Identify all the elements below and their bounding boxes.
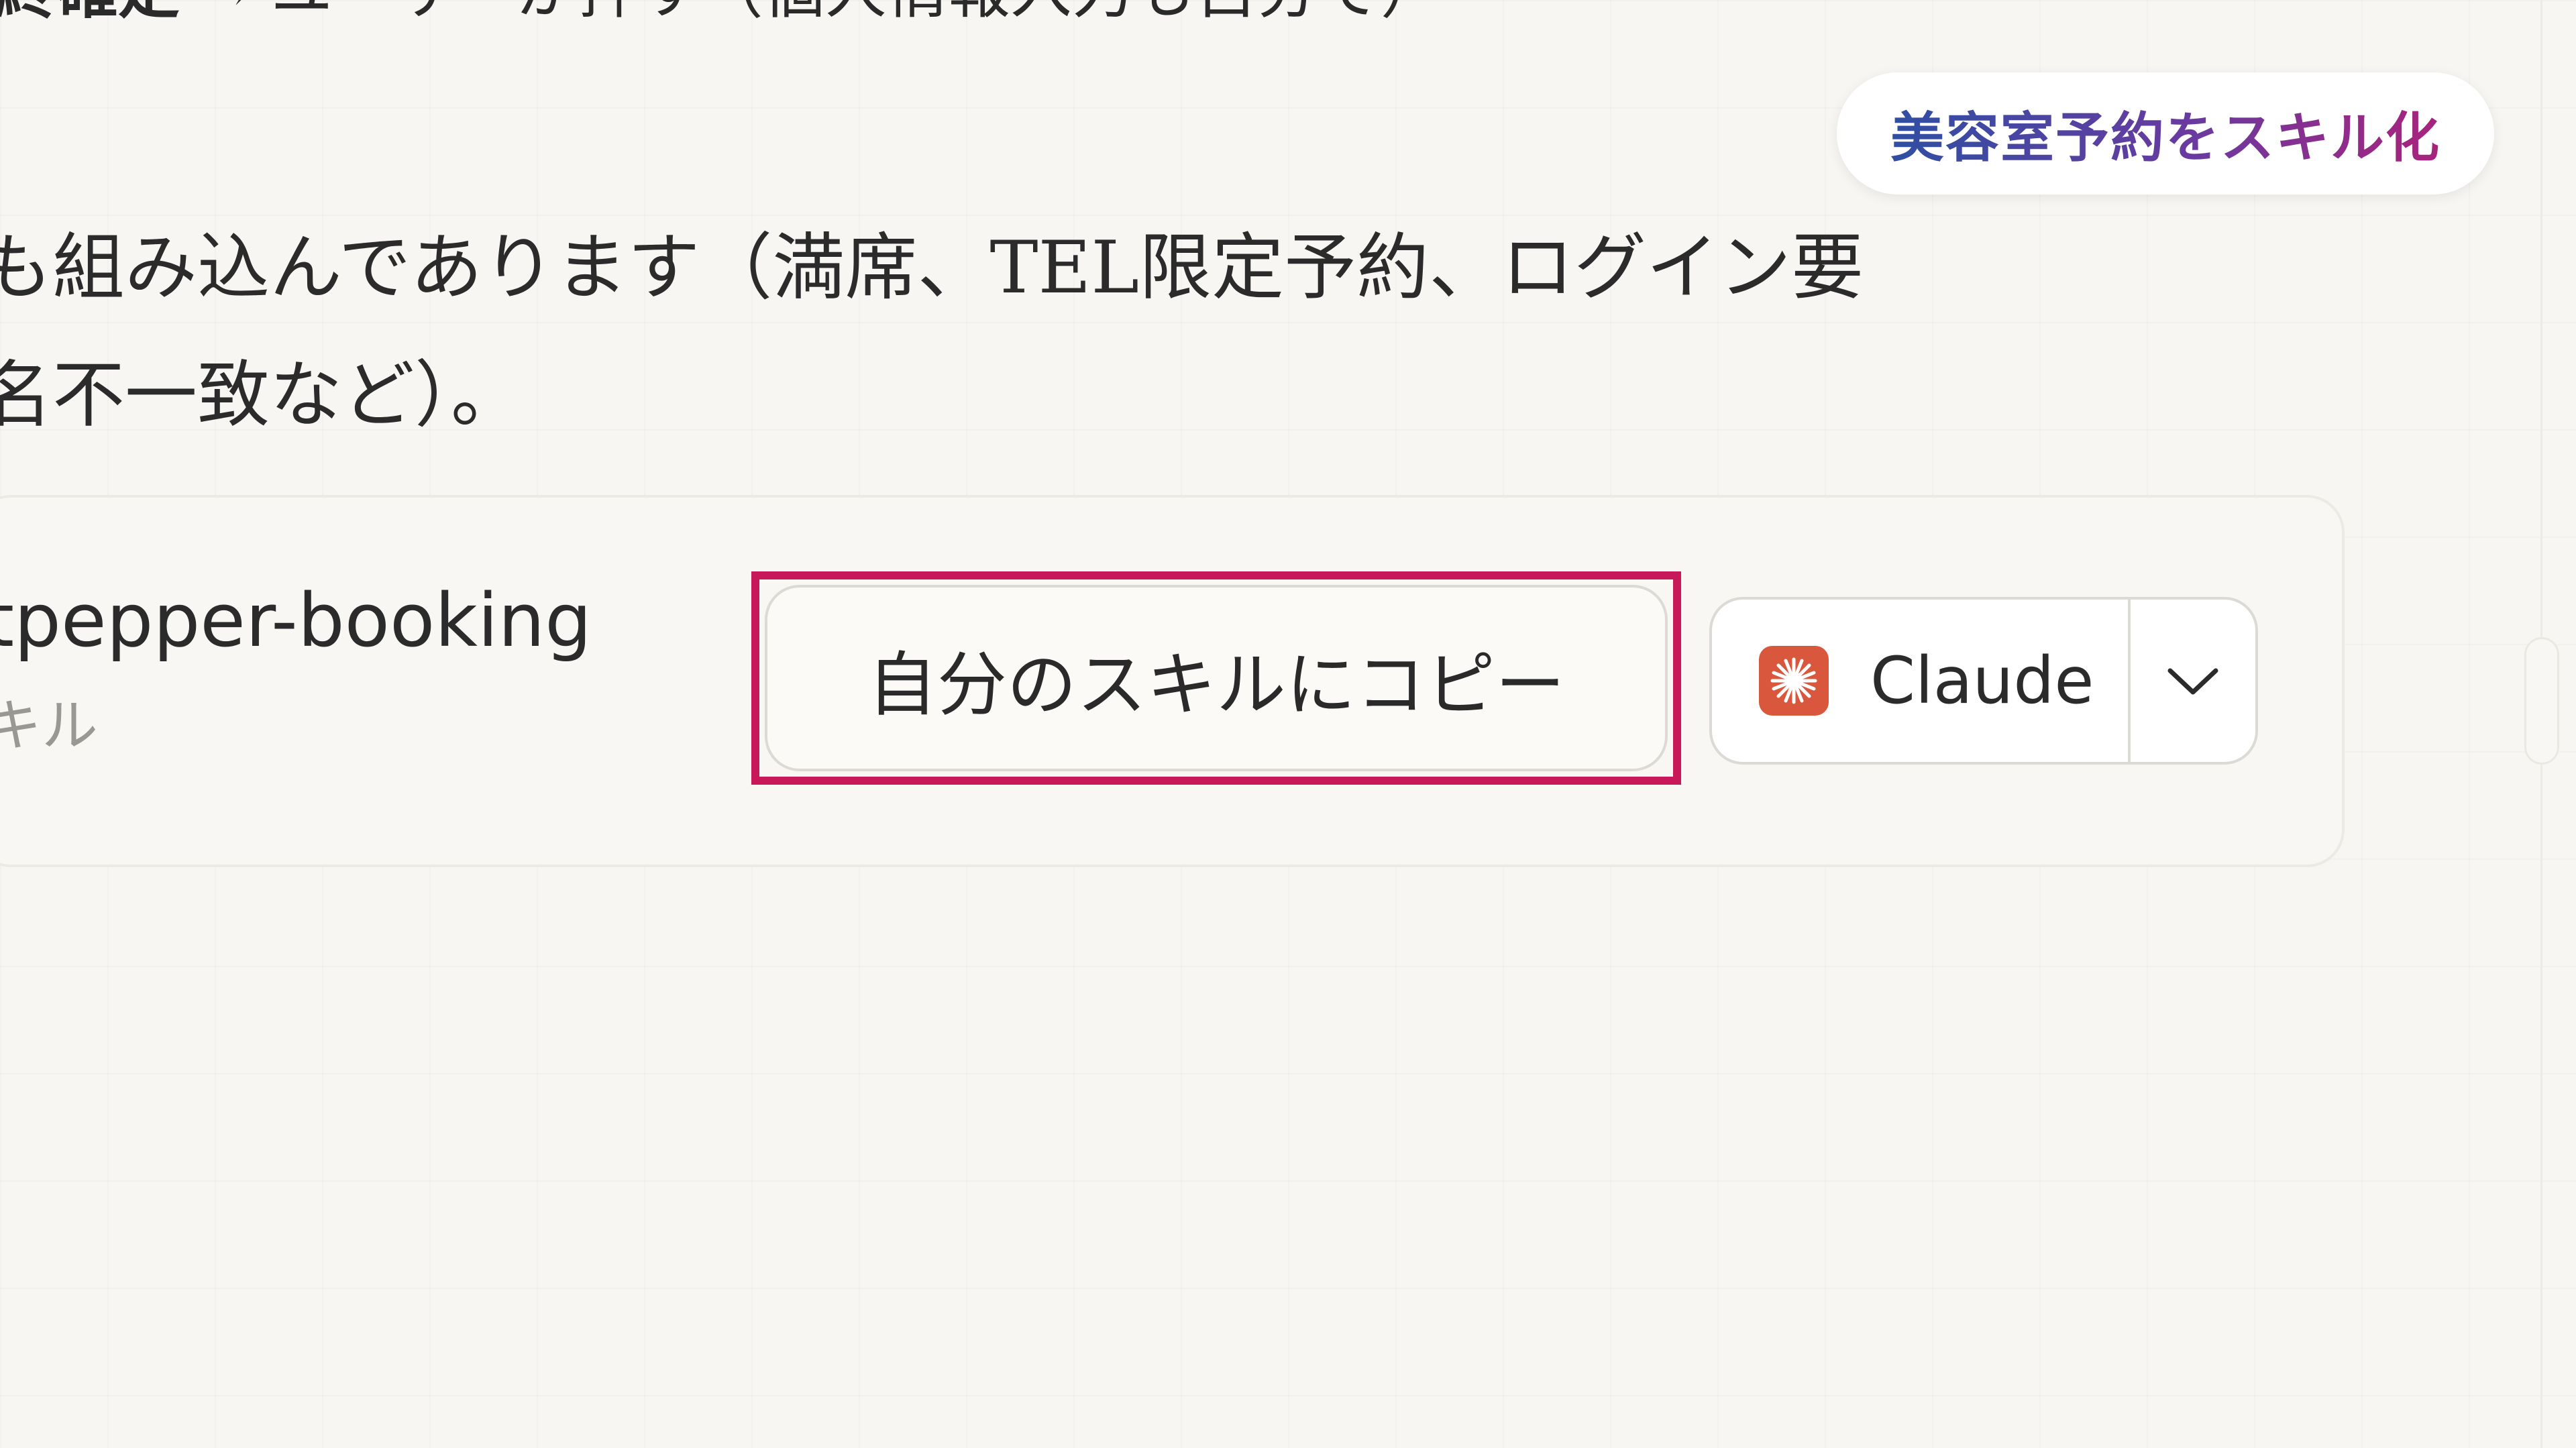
model-selector-label: Claude <box>1870 643 2094 718</box>
copy-to-my-skills-button[interactable]: 自分のスキルにコピー <box>765 585 1668 771</box>
intro-top-line-bold: 終確定 <box>0 0 180 27</box>
skill-badge-label: 美容室予約をスキル化 <box>1890 95 2440 172</box>
model-selector[interactable]: Claude <box>1709 597 2258 765</box>
page: 終確定 → ユーザーが押す（個人情報入力も自分で） 美容室予約をスキル化 も組み… <box>0 0 2576 1448</box>
claude-sunburst-icon <box>1759 646 1829 716</box>
scrollbar-handle[interactable] <box>2524 637 2559 765</box>
intro-top-line-rest: → ユーザーが押す（個人情報入力も自分で） <box>180 0 1442 27</box>
intro-paragraph-line-1: も組み込んであります（満席、TEL限定予約、ログイン要 <box>0 226 1864 310</box>
skill-name: tpepper-booking <box>0 577 592 663</box>
chevron-down-icon <box>2167 668 2218 695</box>
skill-badge: 美容室予約をスキル化 <box>1837 72 2494 194</box>
model-dropdown-toggle[interactable] <box>2131 600 2255 762</box>
intro-paragraph-line-2: 名不一致など）。 <box>0 353 524 437</box>
skill-type-label: キル <box>0 693 99 759</box>
intro-top-line: 終確定 → ユーザーが押す（個人情報入力も自分で） <box>0 0 1442 22</box>
intro-paragraph: も組み込んであります（満席、TEL限定予約、ログイン要 名不一致など）。 <box>0 205 1864 459</box>
model-selector-main[interactable]: Claude <box>1712 600 2128 762</box>
